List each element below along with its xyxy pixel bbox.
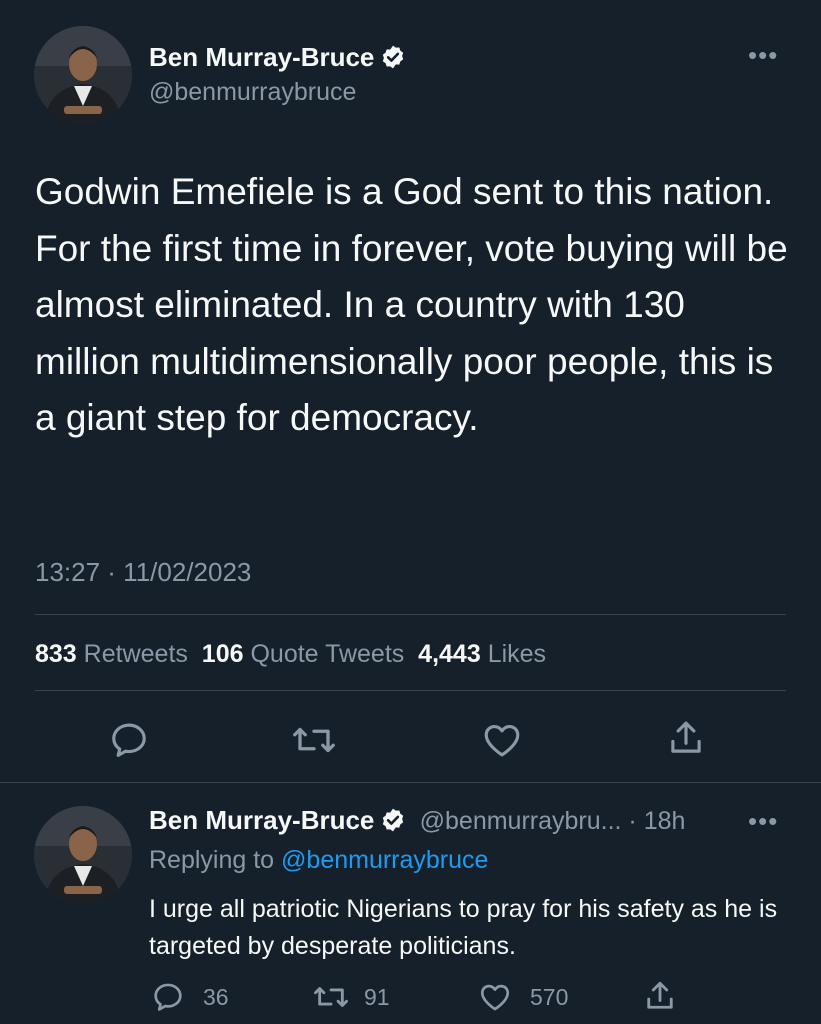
verified-badge-icon: [380, 44, 406, 77]
reply-button[interactable]: [108, 719, 150, 761]
retweet-button[interactable]: [291, 719, 337, 761]
retweet-arrows-icon: [293, 727, 335, 753]
divider: [35, 614, 786, 615]
share-button[interactable]: [665, 717, 707, 759]
reply-more-options-button[interactable]: •••: [748, 806, 778, 837]
author-name-text[interactable]: Ben Murray-Bruce: [149, 42, 374, 72]
replying-to-prefix: Replying to: [149, 846, 282, 874]
divider: [35, 690, 786, 691]
author-name[interactable]: Ben Murray-Bruce: [149, 42, 406, 77]
reply-retweet-button[interactable]: 91: [312, 980, 390, 1014]
heart-icon: [480, 984, 510, 1011]
quotes-stat[interactable]: 106 Quote Tweets: [202, 640, 404, 668]
likes-stat[interactable]: 4,443 Likes: [418, 640, 546, 668]
like-count: 570: [530, 983, 569, 1010]
reply-like-button[interactable]: 570: [478, 980, 568, 1014]
replying-to-handle-link[interactable]: @benmurraybruce: [281, 846, 488, 874]
heart-icon: [484, 724, 520, 757]
reply-reply-button[interactable]: 36: [151, 980, 229, 1014]
speech-bubble-icon: [112, 723, 146, 757]
share-upload-icon: [647, 981, 673, 1009]
author-handle[interactable]: @benmurraybruce: [149, 78, 356, 107]
tweet-timestamp[interactable]: 13:27 · 11/02/2023: [35, 557, 251, 588]
verified-badge-icon: [380, 807, 406, 840]
speech-bubble-icon: [154, 983, 182, 1011]
reply-text: I urge all patriotic Nigerians to pray f…: [149, 895, 778, 960]
retweet-count: 91: [364, 983, 390, 1010]
divider: [0, 782, 821, 783]
replying-to: Replying to @benmurraybruce: [149, 846, 488, 875]
likes-count: 4,443: [418, 640, 481, 668]
retweets-label: Retweets: [83, 640, 188, 668]
share-upload-icon: [671, 721, 701, 753]
author-avatar[interactable]: [34, 26, 132, 124]
reply-author-name[interactable]: Ben Murray-Bruce: [149, 805, 374, 835]
reply-author-line: Ben Murray-Bruce @benmurraybru... · 18h: [149, 805, 685, 840]
quotes-count: 106: [201, 640, 244, 668]
tweet-stats: 833 Retweets 106 Quote Tweets 4,443 Like…: [35, 640, 546, 669]
more-options-button[interactable]: •••: [748, 40, 778, 71]
retweet-arrows-icon: [313, 987, 348, 1007]
reply-author-handle-time[interactable]: @benmurraybru... · 18h: [420, 807, 686, 835]
quotes-label: Quote Tweets: [250, 640, 405, 668]
retweets-count: 833: [35, 640, 77, 668]
likes-label: Likes: [487, 640, 547, 668]
tweet-text: Godwin Emefiele is a God sent to this na…: [35, 171, 788, 438]
retweets-stat[interactable]: 833 Retweets: [35, 640, 188, 668]
reply-count: 36: [203, 983, 229, 1010]
reply-author-avatar[interactable]: [34, 806, 132, 904]
reply-share-button[interactable]: [642, 978, 678, 1019]
like-button[interactable]: [481, 719, 523, 761]
